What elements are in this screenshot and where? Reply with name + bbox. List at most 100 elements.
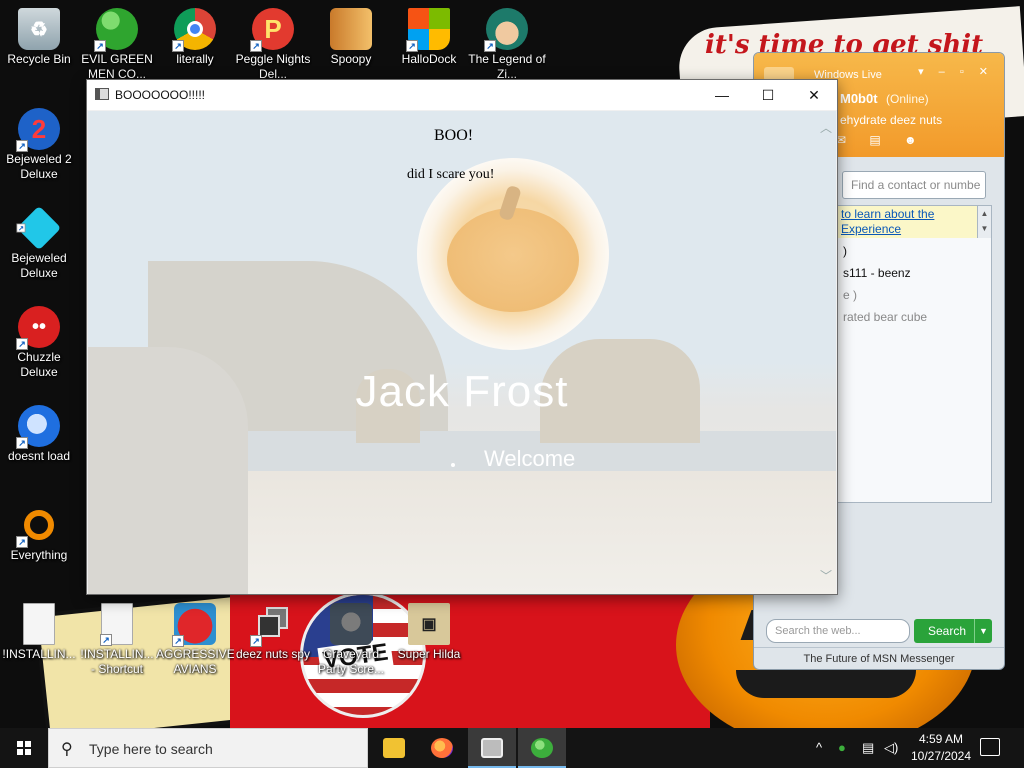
login-welcome-text: Welcome — [484, 446, 576, 471]
chrome-icon: ↗ — [172, 8, 216, 52]
taskbar-clock[interactable]: 4:59 AM 10/27/2024 — [906, 731, 976, 765]
firefox-icon — [431, 738, 453, 758]
taskbar-app-boo-window[interactable] — [468, 728, 516, 768]
taskbar: ⚲ Type here to search ^ ● ▤ ◁) 4:59 AM 1… — [0, 728, 1024, 768]
contact-item[interactable]: s111 - beenz — [843, 266, 911, 280]
shortcut-arrow-icon: ↗ — [406, 40, 418, 52]
scroll-down-icon[interactable]: ﹀ — [820, 567, 832, 584]
msn-search-button[interactable]: Search ▼ — [914, 619, 992, 643]
chuzzle-icon: •• ↗ — [16, 306, 60, 350]
shortcut-arrow-icon: ↗ — [172, 40, 184, 52]
shortcut-arrow-icon: ↗ — [16, 140, 28, 152]
maximize-button[interactable]: ☐ — [745, 80, 791, 110]
minimize-button[interactable]: — — [699, 80, 745, 110]
msn-footer: The Future of MSN Messenger — [754, 647, 1004, 669]
shortcut-arrow-icon: ↗ — [250, 40, 262, 52]
desktop-icon-super-hilda[interactable]: ▣ Super Hilda — [390, 603, 468, 662]
shortcut-arrow-icon: ↗ — [16, 536, 28, 548]
msn-people-icon — [531, 738, 553, 758]
app-window-icon — [481, 738, 503, 758]
shortcut-arrow-icon: ↗ — [16, 338, 28, 350]
network-icon[interactable]: ▤ — [862, 740, 874, 756]
msn-ad-scroll[interactable]: ▲ ▼ — [977, 206, 991, 238]
boo-title-bar[interactable]: BOOOOOOO!!!!! — ☐ ✕ — [87, 80, 837, 110]
desktop-icon-legend[interactable]: ↗ The Legend of Zi... — [468, 8, 546, 82]
legend-character-icon: ↗ — [484, 8, 528, 52]
pumpkin-icon — [447, 208, 579, 312]
shortcut-arrow-icon: ↗ — [250, 635, 262, 647]
desktop-icon-bejeweled-2[interactable]: 2 ↗ Bejeweled 2 Deluxe — [0, 108, 78, 182]
tray-overflow-chevron[interactable]: ^ — [816, 740, 822, 755]
window-title: BOOOOOOO!!!!! — [115, 88, 206, 102]
boo-window[interactable]: BOOOOOOO!!!!! — ☐ ✕ Jack Frost Welcome B… — [86, 79, 838, 595]
msn-personal-message[interactable]: ehydrate deez nuts — [840, 113, 942, 127]
everything-search-icon: ↗ — [16, 504, 60, 548]
loading-dot — [451, 463, 455, 467]
msn-contact-list[interactable]: to learn about the Experience ▲ ▼ ) s111 … — [836, 205, 992, 503]
chevron-down-icon[interactable]: ▼ — [974, 619, 992, 643]
login-user-name: Jack Frost — [355, 367, 569, 416]
desktop-icon-spoopy[interactable]: Spoopy — [312, 8, 390, 67]
msn-user-status[interactable]: (Online) — [886, 92, 929, 106]
angry-bird-icon: ↗ — [172, 603, 216, 647]
user-avatar — [417, 158, 609, 350]
contact-item[interactable]: rated bear cube — [843, 310, 927, 324]
msn-ad-link[interactable]: to learn about the Experience — [837, 206, 977, 238]
desktop-icon-graveyard-party[interactable]: Graveyard Party Scre... — [312, 603, 390, 677]
taskbar-app-msn-messenger[interactable] — [518, 728, 566, 768]
msn-window-controls[interactable]: ▾ – ▫ ✕ — [918, 65, 994, 78]
desktop-icon-chrome[interactable]: ↗ literally — [156, 8, 234, 67]
pumpkin-mouth — [736, 670, 916, 698]
bejeweled-2-icon: 2 ↗ — [16, 108, 60, 152]
desktop-icon-aggressive-avians[interactable]: ↗ AGGRESSIVE AVIANS — [156, 603, 234, 677]
desktop-icon-chuzzle[interactable]: •• ↗ Chuzzle Deluxe — [0, 306, 78, 380]
windows-logo-icon: ↗ — [406, 8, 450, 52]
desktop-icon-everything[interactable]: ↗ Everything — [0, 504, 78, 563]
scroll-up-icon[interactable]: ︿ — [820, 119, 832, 136]
msn-people-icon: ↗ — [94, 8, 138, 52]
document-icon — [23, 603, 55, 645]
thunderbird-icon: ↗ — [16, 405, 60, 449]
stacked-windows-icon: ↗ — [250, 603, 294, 647]
peggle-icon: P ↗ — [250, 8, 294, 52]
desktop-icon-hallodock[interactable]: ↗ HalloDock — [390, 8, 468, 67]
taskbar-app-firefox[interactable] — [418, 728, 466, 768]
app-window-icon — [95, 88, 109, 100]
shortcut-arrow-icon: ↗ — [100, 634, 112, 646]
msn-web-search-input[interactable]: Search the web... — [766, 619, 910, 643]
shortcut-arrow-icon: ↗ — [484, 40, 496, 52]
start-button[interactable] — [0, 728, 48, 768]
pixel-character-icon: ▣ — [408, 603, 450, 645]
desktop-icon-evil-green-men[interactable]: ↗ EVIL GREEN MEN CO... — [78, 8, 156, 82]
bejeweled-icon: ↗ — [16, 205, 62, 251]
recycle-bin-icon: ♻ — [18, 8, 60, 50]
desktop-icon-thunderbird[interactable]: ↗ doesnt load — [0, 405, 78, 464]
contact-item[interactable]: e ) — [843, 288, 857, 302]
shortcut-arrow-icon: ↗ — [94, 40, 106, 52]
volume-icon[interactable]: ◁) — [884, 740, 898, 756]
desktop-icon-deez-nuts-spy[interactable]: ↗ deez nuts spy — [234, 603, 312, 662]
contact-item[interactable]: ) — [843, 244, 847, 258]
clock-time: 4:59 AM — [918, 732, 964, 746]
windows-start-icon — [17, 741, 31, 755]
notification-center-icon[interactable] — [980, 738, 1000, 756]
taskbar-app-file-explorer[interactable] — [370, 728, 418, 768]
spoopy-icon — [330, 8, 372, 50]
desktop-icon-installing[interactable]: !INSTALLIN... — [0, 603, 78, 662]
taskbar-search-box[interactable]: ⚲ Type here to search — [48, 728, 368, 768]
msn-contact-search-input[interactable]: Find a contact or numbe — [842, 171, 986, 199]
graveyard-icon — [330, 603, 372, 645]
tray-msn-icon[interactable]: ● — [838, 740, 846, 755]
msn-user-name[interactable]: M0b0t — [840, 91, 878, 106]
desktop-icon-bejeweled[interactable]: ↗ Bejeweled Deluxe — [0, 205, 78, 281]
document-shortcut-icon: ↗ — [100, 603, 133, 646]
shortcut-arrow-icon: ↗ — [16, 223, 26, 233]
msn-toolbar-icons[interactable]: ✉ ▤ ☻ — [836, 133, 927, 147]
folder-icon — [383, 738, 405, 758]
taskbar-search-placeholder: Type here to search — [89, 741, 213, 757]
desktop-icon-installing-shortcut[interactable]: ↗ !INSTALLIN... - Shortcut — [78, 603, 156, 677]
desktop-icon-peggle[interactable]: P ↗ Peggle Nights Del... — [234, 8, 312, 82]
shortcut-arrow-icon: ↗ — [16, 437, 28, 449]
desktop-icon-recycle-bin[interactable]: ♻ Recycle Bin — [0, 8, 78, 67]
close-button[interactable]: ✕ — [791, 80, 837, 110]
